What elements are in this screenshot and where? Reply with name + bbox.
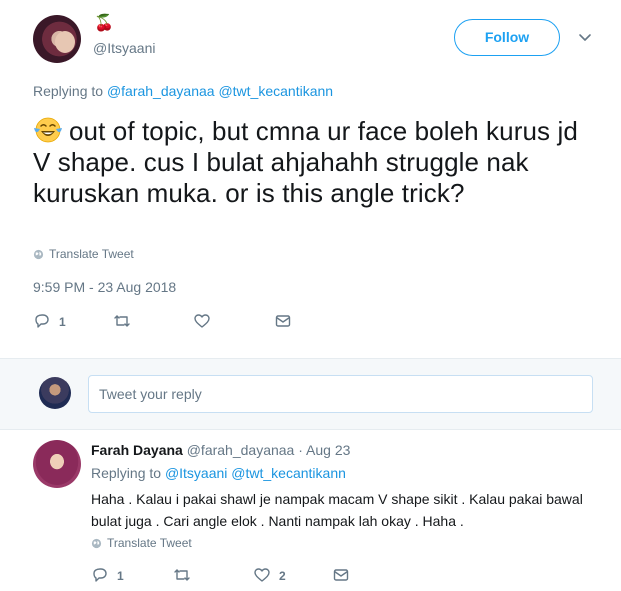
message-icon xyxy=(332,566,350,587)
mention-link[interactable]: @twt_kecantikann xyxy=(218,83,333,99)
replying-to: Replying to @farah_dayanaa @twt_kecantik… xyxy=(33,83,333,99)
retweet-icon xyxy=(113,312,131,333)
like-icon xyxy=(193,312,211,333)
reply-text: Haha . Kalau i pakai shawl je nampak mac… xyxy=(91,491,583,529)
reply-composer: Tweet your reply xyxy=(0,358,621,430)
replying-to-label: Replying to xyxy=(33,83,104,99)
translate-label[interactable]: Translate Tweet xyxy=(49,247,134,261)
replying-to: Replying to @Itsyaani @twt_kecantikann xyxy=(91,465,346,481)
mention-link[interactable]: @twt_kecantikann xyxy=(231,465,346,481)
globe-icon xyxy=(33,249,44,260)
reply-author-name[interactable]: Farah Dayana xyxy=(91,442,183,458)
reply-author-handle[interactable]: @farah_dayanaa xyxy=(187,442,295,458)
user-handle[interactable]: @Itsyaani xyxy=(93,40,155,56)
reply-icon xyxy=(91,566,109,587)
reply-button[interactable]: 1 xyxy=(33,311,66,333)
retweet-icon xyxy=(173,566,191,587)
face-with-tears-of-joy-emoji xyxy=(33,116,63,144)
reply-date[interactable]: Aug 23 xyxy=(306,442,350,458)
like-button[interactable] xyxy=(193,311,211,333)
direct-message-button[interactable] xyxy=(274,311,292,333)
reply-button[interactable]: 1 xyxy=(91,565,124,587)
follow-button[interactable]: Follow xyxy=(454,19,560,56)
globe-icon xyxy=(91,538,102,549)
translate-label[interactable]: Translate Tweet xyxy=(107,536,192,550)
translate-tweet-link[interactable]: Translate Tweet xyxy=(33,247,134,261)
main-tweet: 🍒 @Itsyaani Follow Replying to @farah_da… xyxy=(0,0,621,358)
like-count: 2 xyxy=(279,569,286,583)
tweet-actions: 1 xyxy=(33,311,333,333)
tweet-body: out of topic, but cmna ur face boleh kur… xyxy=(33,116,578,208)
reply-tweet[interactable]: Farah Dayana @farah_dayanaa · Aug 23 Rep… xyxy=(0,430,621,591)
display-name[interactable]: 🍒 xyxy=(94,14,114,34)
mention-link[interactable]: @Itsyaani xyxy=(165,465,227,481)
retweet-button[interactable] xyxy=(113,311,131,333)
mention-link[interactable]: @farah_dayanaa xyxy=(107,83,215,99)
avatar[interactable] xyxy=(33,15,81,63)
retweet-button[interactable] xyxy=(173,565,191,587)
reply-count: 1 xyxy=(117,569,124,583)
reply-icon xyxy=(33,312,51,333)
tweet-text: out of topic, but cmna ur face boleh kur… xyxy=(33,116,593,209)
separator-dot: · xyxy=(298,442,303,458)
message-icon xyxy=(274,312,292,333)
tweet-timestamp[interactable]: 9:59 PM - 23 Aug 2018 xyxy=(33,279,176,295)
reply-input[interactable]: Tweet your reply xyxy=(88,375,593,413)
tweet-actions: 1 2 xyxy=(91,565,391,587)
like-button[interactable]: 2 xyxy=(253,565,286,587)
like-icon xyxy=(253,566,271,587)
avatar[interactable] xyxy=(33,440,81,488)
translate-tweet-link[interactable]: Translate Tweet xyxy=(91,536,192,550)
current-user-avatar[interactable] xyxy=(39,377,71,409)
caret-down-icon[interactable] xyxy=(576,28,594,46)
reply-count: 1 xyxy=(59,315,66,329)
reply-header: Farah Dayana @farah_dayanaa · Aug 23 xyxy=(91,442,350,458)
direct-message-button[interactable] xyxy=(332,565,350,587)
replying-to-label: Replying to xyxy=(91,465,162,481)
